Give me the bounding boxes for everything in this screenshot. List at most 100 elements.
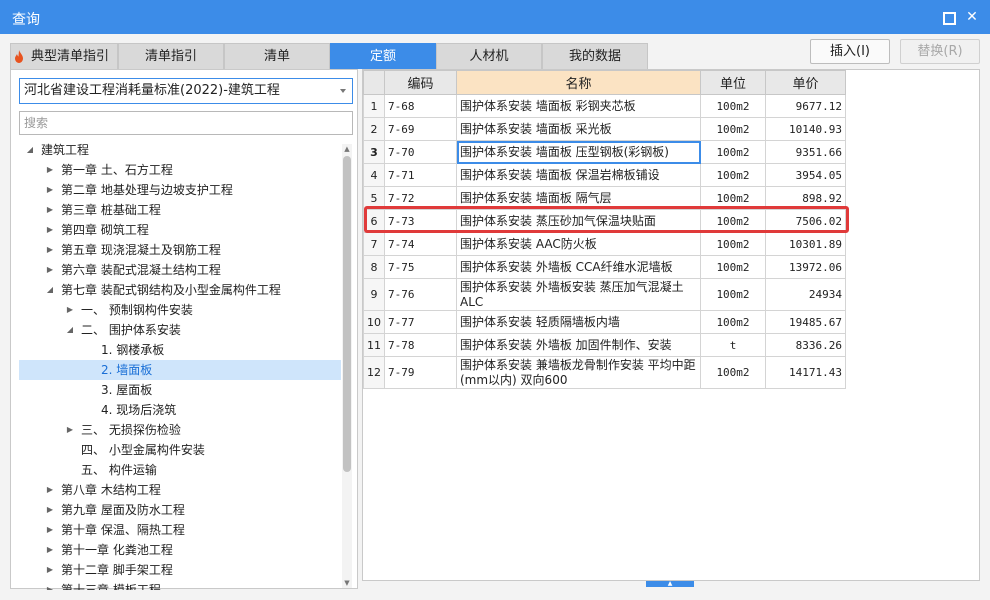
row-index[interactable]: 3 — [363, 140, 385, 164]
tree-item[interactable]: ▶ 第二章 地基处理与边坡支护工程 — [19, 180, 341, 200]
code-cell[interactable]: 7-71 — [384, 163, 457, 187]
price-cell[interactable]: 7506.02 — [765, 209, 846, 233]
close-icon[interactable]: ✕ — [964, 9, 980, 25]
expand-icon[interactable]: ▶ — [45, 480, 55, 500]
tree-item[interactable]: ▶ 第八章 木结构工程 — [19, 480, 341, 500]
unit-cell[interactable]: 100m2 — [700, 310, 766, 334]
price-cell[interactable]: 10301.89 — [765, 232, 846, 256]
code-cell[interactable]: 7-69 — [384, 117, 457, 141]
insert-button[interactable]: 插入(I) — [810, 39, 890, 64]
tree-item[interactable]: ◢ 建筑工程 — [19, 140, 341, 160]
row-index[interactable]: 5 — [363, 186, 385, 210]
tab-bill-guide[interactable]: 清单指引 — [118, 43, 224, 69]
tree-item[interactable]: 2. 墙面板 — [19, 360, 341, 380]
row-index[interactable]: 4 — [363, 163, 385, 187]
header-unit[interactable]: 单位 — [700, 70, 766, 95]
name-cell[interactable]: 围护体系安装 墙面板 保温岩棉板铺设 — [456, 163, 701, 187]
name-cell[interactable]: 围护体系安装 墙面板 彩钢夹芯板 — [456, 94, 701, 118]
name-cell[interactable]: 围护体系安装 外墙板 CCA纤维水泥墙板 — [456, 255, 701, 279]
row-index[interactable]: 8 — [363, 255, 385, 279]
code-cell[interactable]: 7-75 — [384, 255, 457, 279]
expand-icon[interactable]: ▶ — [45, 240, 55, 260]
table-row[interactable]: 3 7-70 围护体系安装 墙面板 压型钢板(彩钢板) 100m2 9351.66 — [363, 140, 846, 164]
search-input[interactable] — [19, 111, 353, 135]
maximize-icon[interactable] — [940, 9, 956, 25]
expand-icon[interactable]: ▶ — [45, 220, 55, 240]
expand-icon[interactable]: ▶ — [45, 160, 55, 180]
unit-cell[interactable]: 100m2 — [700, 117, 766, 141]
header-price[interactable]: 单价 — [765, 70, 846, 95]
tree-item[interactable]: ▶ 第一章 土、石方工程 — [19, 160, 341, 180]
expand-icon[interactable]: ▶ — [45, 260, 55, 280]
price-cell[interactable]: 14171.43 — [765, 356, 846, 389]
tree-item[interactable]: 4. 现场后浇筑 — [19, 400, 341, 420]
price-cell[interactable]: 8336.26 — [765, 333, 846, 357]
row-index[interactable]: 7 — [363, 232, 385, 256]
collapse-icon[interactable]: ◢ — [65, 320, 75, 340]
price-cell[interactable]: 9351.66 — [765, 140, 846, 164]
tree-scrollbar[interactable]: ▲ ▼ — [342, 144, 352, 588]
unit-cell[interactable]: 100m2 — [700, 232, 766, 256]
price-cell[interactable]: 898.92 — [765, 186, 846, 210]
price-cell[interactable]: 10140.93 — [765, 117, 846, 141]
unit-cell[interactable]: t — [700, 333, 766, 357]
table-row[interactable]: 9 7-76 围护体系安装 外墙板安装 蒸压加气混凝土ALC 100m2 24934 — [363, 278, 846, 311]
name-cell[interactable]: 围护体系安装 AAC防火板 — [456, 232, 701, 256]
scroll-up-icon[interactable]: ▲ — [342, 144, 352, 154]
table-row[interactable]: 7 7-74 围护体系安装 AAC防火板 100m2 10301.89 — [363, 232, 846, 256]
header-code[interactable]: 编码 — [384, 70, 457, 95]
name-cell[interactable]: 围护体系安装 墙面板 隔气层 — [456, 186, 701, 210]
table-row[interactable]: 4 7-71 围护体系安装 墙面板 保温岩棉板铺设 100m2 3954.05 — [363, 163, 846, 187]
price-cell[interactable]: 3954.05 — [765, 163, 846, 187]
table-row[interactable]: 5 7-72 围护体系安装 墙面板 隔气层 100m2 898.92 — [363, 186, 846, 210]
code-cell[interactable]: 7-76 — [384, 278, 457, 311]
tab-my-data[interactable]: 我的数据 — [542, 43, 648, 69]
row-index[interactable]: 9 — [363, 278, 385, 311]
tree-item[interactable]: ▶ 第四章 砌筑工程 — [19, 220, 341, 240]
tree-item[interactable]: 1. 钢楼承板 — [19, 340, 341, 360]
tree-item[interactable]: ▶ 第十一章 化粪池工程 — [19, 540, 341, 560]
code-cell[interactable]: 7-78 — [384, 333, 457, 357]
tree-item[interactable]: 四、 小型金属构件安装 — [19, 440, 341, 460]
name-cell[interactable]: 围护体系安装 墙面板 采光板 — [456, 117, 701, 141]
expand-icon[interactable]: ▶ — [65, 300, 75, 320]
name-cell[interactable]: 围护体系安装 蒸压砂加气保温块贴面 — [456, 209, 701, 233]
tree-item[interactable]: ◢ 二、 围护体系安装 — [19, 320, 341, 340]
tree-item[interactable]: ▶ 第六章 装配式混凝土结构工程 — [19, 260, 341, 280]
row-index[interactable]: 6 — [363, 209, 385, 233]
code-cell[interactable]: 7-77 — [384, 310, 457, 334]
tree-item[interactable]: ▶ 第五章 现浇混凝土及钢筋工程 — [19, 240, 341, 260]
expand-icon[interactable]: ▶ — [45, 580, 55, 590]
code-cell[interactable]: 7-68 — [384, 94, 457, 118]
tree-item[interactable]: ▶ 第三章 桩基础工程 — [19, 200, 341, 220]
tree-item[interactable]: ▶ 第十章 保温、隔热工程 — [19, 520, 341, 540]
name-cell[interactable]: 围护体系安装 外墙板安装 蒸压加气混凝土ALC — [456, 278, 701, 311]
table-row[interactable]: 6 7-73 围护体系安装 蒸压砂加气保温块贴面 100m2 7506.02 — [363, 209, 846, 233]
scroll-down-icon[interactable]: ▼ — [342, 578, 352, 588]
tree-item[interactable]: 3. 屋面板 — [19, 380, 341, 400]
price-cell[interactable]: 24934 — [765, 278, 846, 311]
expand-icon[interactable]: ▶ — [45, 500, 55, 520]
tab-typical-bill-guide[interactable]: 典型清单指引 — [10, 43, 118, 69]
tab-bill[interactable]: 清单 — [224, 43, 330, 69]
tree-item[interactable]: 五、 构件运输 — [19, 460, 341, 480]
unit-cell[interactable]: 100m2 — [700, 278, 766, 311]
table-row[interactable]: 1 7-68 围护体系安装 墙面板 彩钢夹芯板 100m2 9677.12 — [363, 94, 846, 118]
name-cell[interactable]: 围护体系安装 轻质隔墙板内墙 — [456, 310, 701, 334]
unit-cell[interactable]: 100m2 — [700, 140, 766, 164]
tree-item[interactable]: ▶ 第九章 屋面及防水工程 — [19, 500, 341, 520]
price-cell[interactable]: 19485.67 — [765, 310, 846, 334]
tree-item[interactable]: ▶ 第十三章 模板工程 — [19, 580, 341, 590]
code-cell[interactable]: 7-70 — [384, 140, 457, 164]
price-cell[interactable]: 13972.06 — [765, 255, 846, 279]
replace-button[interactable]: 替换(R) — [900, 39, 980, 64]
table-row[interactable]: 10 7-77 围护体系安装 轻质隔墙板内墙 100m2 19485.67 — [363, 310, 846, 334]
name-cell[interactable]: 围护体系安装 外墙板 加固件制作、安装 — [456, 333, 701, 357]
expand-icon[interactable]: ▶ — [45, 520, 55, 540]
expand-icon[interactable]: ▶ — [45, 200, 55, 220]
unit-cell[interactable]: 100m2 — [700, 163, 766, 187]
collapse-icon[interactable]: ◢ — [25, 140, 35, 160]
panel-collapse-handle[interactable]: ▲ — [646, 581, 694, 587]
code-cell[interactable]: 7-79 — [384, 356, 457, 389]
row-index[interactable]: 12 — [363, 356, 385, 389]
